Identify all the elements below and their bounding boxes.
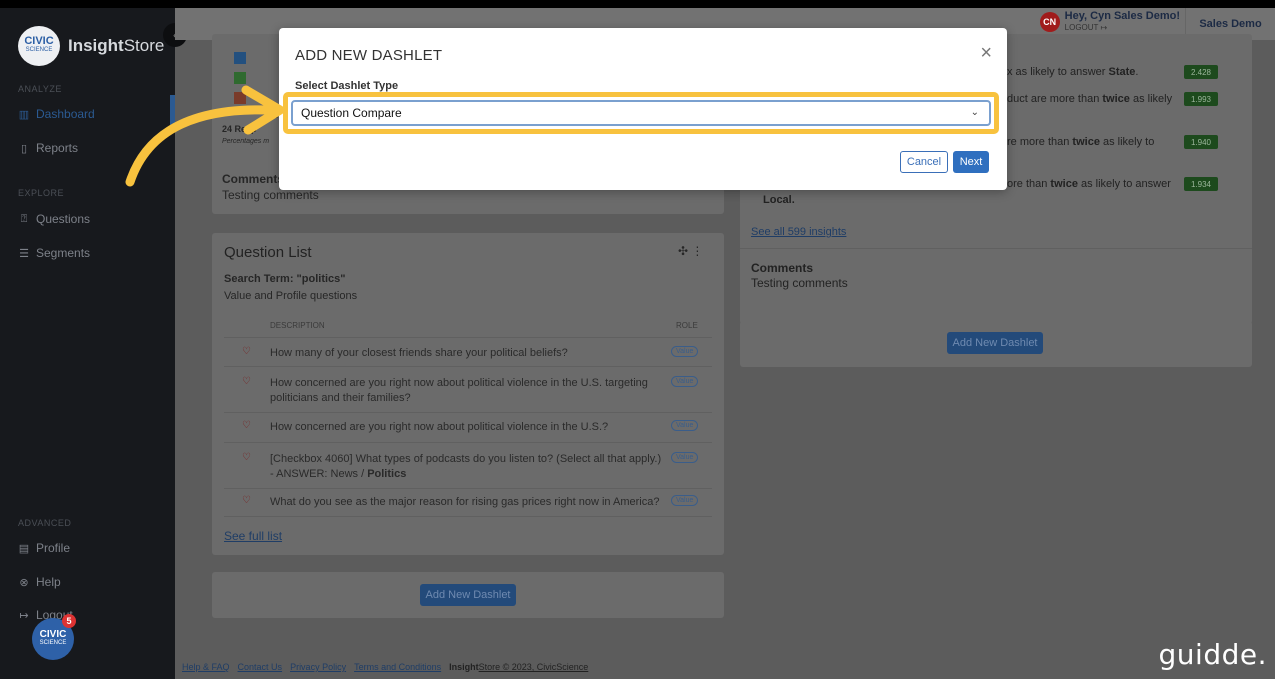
sidebar-item-segments[interactable]: ☰ Segments [18,246,90,260]
divider [224,412,712,413]
sidebar-item-label: Help [36,575,61,589]
heart-icon[interactable]: ♡ [232,346,270,357]
see-full-list-link[interactable]: See full list [224,529,282,543]
section-advanced: ADVANCED [18,518,72,528]
heart-icon[interactable]: ♡ [232,420,270,431]
logout-link[interactable]: LOGOUT ↦ [1065,22,1180,34]
role-badge: Value [671,495,699,506]
insight-text: x as likely to answer State. [1007,66,1139,78]
notification-count: 5 [62,614,76,628]
user-greeting: Hey, Cyn Sales Demo! [1064,10,1180,22]
insight-text-continued: Local. [763,194,795,206]
search-term: Search Term: "politics" [224,273,346,285]
table-row[interactable]: ♡ How many of your closest friends share… [232,346,712,361]
dashlet-type-select[interactable]: Question Compare ⌄ [291,100,991,126]
insight-score: 1.993 [1184,92,1218,106]
close-icon[interactable]: × [980,42,992,65]
add-new-dashlet-button[interactable]: Add New Dashlet [420,584,516,606]
sidebar-item-dashboard[interactable]: ▥ Dashboard [18,107,95,121]
heart-icon[interactable]: ♡ [232,495,270,506]
role-badge: Value [671,420,699,431]
divider [740,248,1252,249]
see-all-insights-link[interactable]: See all 599 insights [751,226,846,238]
segments-icon: ☰ [19,247,29,260]
add-new-dashlet-button[interactable]: Add New Dashlet [947,332,1043,354]
footer-link-terms[interactable]: Terms and Conditions [354,662,441,672]
table-row[interactable]: ♡ What do you see as the major reason fo… [232,495,712,510]
insight-text: re more than twice as likely to [1007,136,1155,148]
move-icon[interactable]: ✣ [678,244,688,258]
brand[interactable]: CIVIC SCIENCE InsightStore [18,26,164,66]
question-list-subtitle: Value and Profile questions [224,290,358,302]
role-badge: Value [671,452,699,463]
insight-text: ore than twice as likely to answer [1007,178,1171,190]
sidebar-item-profile[interactable]: ▤ Profile [18,541,70,555]
divider [224,516,712,517]
footer: Help & FAQ Contact Us Privacy Policy Ter… [182,662,588,672]
comments-label: Comments [751,261,814,275]
insight-score: 1.940 [1184,135,1218,149]
footer-link-contact[interactable]: Contact Us [238,662,283,672]
document-icon: ▯ [20,142,28,155]
heart-icon[interactable]: ♡ [232,452,270,463]
chevron-down-icon: ⌄ [970,107,979,118]
sidebar-item-label: Dashboard [36,107,95,121]
dashboard-icon: ▥ [18,108,30,121]
footer-link-help-faq[interactable]: Help & FAQ [182,662,230,672]
sidebar-item-label: Reports [36,141,79,155]
avatar: CN [1039,12,1060,32]
sidebar-item-label: Profile [36,541,71,555]
column-header-role: ROLE [676,321,698,330]
section-explore: EXPLORE [18,188,65,198]
selected-value: Question Compare [301,106,402,120]
copyright: InsightStore © 2023, CivicScience [449,662,589,672]
brand-name: InsightStore [68,36,165,55]
modal-title: ADD NEW DASHLET [295,47,443,64]
logout-icon: ↦ [1100,23,1108,32]
profile-icon: ▤ [18,542,30,555]
cancel-button[interactable]: Cancel [900,151,948,173]
user-menu[interactable]: CN Hey, Cyn Sales Demo! LOGOUT ↦ [1039,10,1180,34]
table-row[interactable]: ♡ How concerned are you right now about … [232,420,712,435]
divider [224,442,712,443]
dashlet-menu[interactable]: ✣ ⋮ [678,244,703,258]
select-dashlet-type-label: Select Dashlet Type [295,80,399,92]
footer-link-privacy[interactable]: Privacy Policy [290,662,346,672]
divider [224,488,712,489]
civicscience-logo: CIVIC SCIENCE [18,26,60,66]
insight-text: duct are more than twice as likely [1007,93,1173,105]
guidde-watermark: guidde. [1158,638,1267,671]
app-window: CIVIC SCIENCE InsightStore ANALYZE ▥ Das… [0,8,1275,679]
sidebar-item-label: Questions [36,212,91,226]
more-icon[interactable]: ⋮ [691,244,703,258]
table-row[interactable]: ♡ [Checkbox 4060] What types of podcasts… [232,452,712,482]
section-analyze: ANALYZE [18,84,62,94]
table-row[interactable]: ♡ How concerned are you right now about … [232,376,712,406]
insight-score: 2.428 [1184,65,1218,79]
highlight-frame: Question Compare ⌄ [283,92,999,134]
sidebar-item-help[interactable]: ⊗ Help [18,575,61,589]
logout-icon: ↦ [19,609,29,622]
next-button[interactable]: Next [953,151,989,173]
add-new-dashlet-modal: ADD NEW DASHLET × Select Dashlet Type Qu… [279,28,1007,190]
sidebar-item-label: Segments [36,246,91,260]
sidebar-item-questions[interactable]: ⍰ Questions [18,212,90,226]
heart-icon[interactable]: ♡ [232,376,270,387]
sidebar-item-reports[interactable]: ▯ Reports [18,141,78,155]
divider [224,366,712,367]
role-badge: Value [671,346,699,357]
role-badge: Value [671,376,699,387]
help-icon: ⊗ [19,576,29,589]
civicscience-chat-badge[interactable]: CIVIC SCIENCE 5 [32,614,76,660]
legend-swatch [234,52,246,64]
column-header-description: DESCRIPTION [270,321,325,330]
insight-score: 1.934 [1184,177,1218,191]
dashlet-title: Question List [224,244,312,261]
divider [224,337,712,338]
question-icon: ⍰ [20,212,28,225]
pointer-arrow-icon [125,85,285,187]
comments-text: Testing comments [751,276,848,290]
